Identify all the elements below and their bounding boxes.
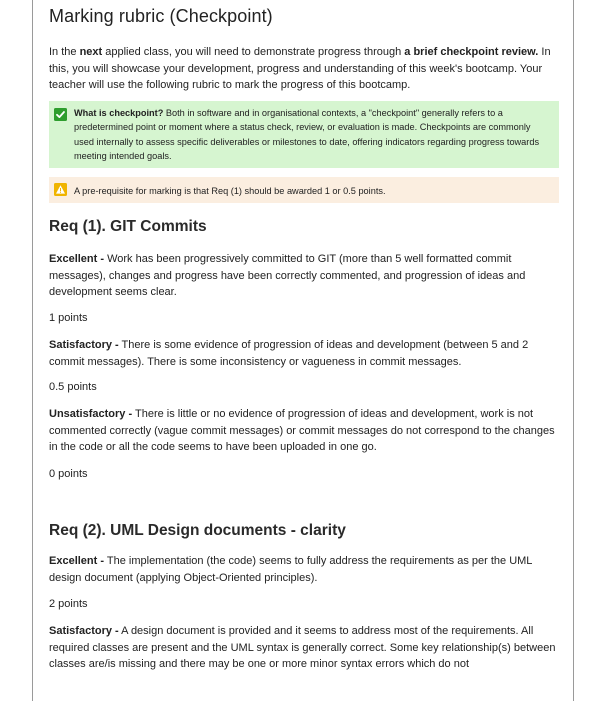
- satisfactory-label: Satisfactory -: [49, 625, 119, 637]
- req1-excellent: Excellent - Work has been progressively …: [49, 251, 559, 301]
- req2-heading: Req (2). UML Design documents - clarity: [49, 522, 346, 539]
- intro-paragraph: In the next applied class, you will need…: [49, 44, 559, 94]
- warning-text: A pre-requisite for marking is that Req …: [74, 186, 386, 196]
- req1-satisfactory: Satisfactory - There is some evidence of…: [49, 337, 559, 370]
- excellent-text: Work has been progressively committed to…: [49, 253, 526, 298]
- warning-icon: [54, 183, 67, 196]
- document-page: Marking rubric (Checkpoint) In the next …: [32, 0, 574, 701]
- satisfactory-text: A design document is provided and it see…: [49, 625, 556, 670]
- intro-text: applied class, you will need to demonstr…: [102, 46, 405, 58]
- req1-excellent-points: 1 points: [49, 312, 88, 324]
- unsatisfactory-label: Unsatisfactory -: [49, 408, 133, 420]
- intro-bold-checkpoint: a brief checkpoint review.: [404, 46, 539, 58]
- check-icon: [54, 108, 67, 121]
- page-title: Marking rubric (Checkpoint): [49, 6, 273, 26]
- req1-satisfactory-points: 0.5 points: [49, 381, 97, 393]
- intro-text: In the: [49, 46, 80, 58]
- req1-heading: Req (1). GIT Commits: [49, 218, 207, 235]
- req2-excellent: Excellent - The implementation (the code…: [49, 553, 559, 586]
- checkpoint-info-callout: What is checkpoint? Both in software and…: [49, 101, 559, 168]
- intro-bold-next: next: [79, 46, 103, 58]
- satisfactory-label: Satisfactory -: [49, 339, 119, 351]
- prerequisite-warning-callout: A pre-requisite for marking is that Req …: [49, 177, 559, 203]
- excellent-label: Excellent -: [49, 253, 105, 265]
- satisfactory-text: There is some evidence of progression of…: [49, 339, 529, 368]
- callout-title: What is checkpoint?: [74, 108, 164, 118]
- req1-unsatisfactory-points: 0 points: [49, 468, 88, 480]
- excellent-text: The implementation (the code) seems to f…: [49, 555, 533, 584]
- req2-satisfactory: Satisfactory - A design document is prov…: [49, 623, 559, 673]
- excellent-label: Excellent -: [49, 555, 105, 567]
- req2-excellent-points: 2 points: [49, 598, 88, 610]
- req1-unsatisfactory: Unsatisfactory - There is little or no e…: [49, 406, 559, 456]
